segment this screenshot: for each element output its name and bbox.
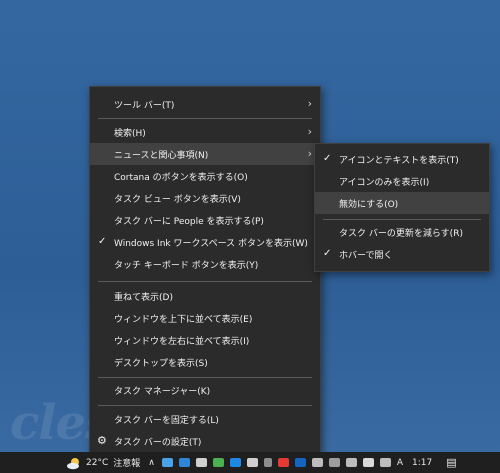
menu-item-taskbar-settings[interactable]: ⚙ タスク バーの設定(T) [90,430,320,452]
checkmark-icon: ✓ [98,236,107,247]
menu-item-side-by-side[interactable]: ウィンドウを左右に並べて表示(I) [90,329,320,351]
menu-item-label: タスク マネージャー(K) [114,386,211,397]
menu-item-cascade[interactable]: 重ねて表示(D) [90,285,320,307]
tray-app-icon[interactable] [294,458,306,467]
menu-item-label: Cortana のボタンを表示する(O) [114,172,248,183]
tray-app-icon[interactable] [161,458,173,467]
network-icon[interactable] [345,458,357,467]
battery-icon[interactable] [328,458,340,467]
microphone-icon[interactable] [263,458,272,467]
tray-app-icon[interactable] [277,458,289,467]
menu-item-news-interests[interactable]: ニュースと関心事項(N) › [90,143,320,165]
menu-item-people[interactable]: タスク バーに People を表示する(P) [90,209,320,231]
menu-separator [98,405,312,406]
chevron-right-icon: › [307,147,312,160]
menu-item-label: ウィンドウを左右に並べて表示(I) [114,336,250,347]
menu-item-search[interactable]: 検索(H) › [90,121,320,143]
menu-item-label: ニュースと関心事項(N) [114,150,209,161]
weather-alert-text: 注意報 [113,459,141,469]
checkmark-icon: ✓ [323,248,332,259]
submenu-item-label: アイコンとテキストを表示(T) [339,155,459,166]
submenu-item-label: アイコンのみを表示(I) [339,177,430,188]
submenu-item-icon-text[interactable]: ✓ アイコンとテキストを表示(T) [315,148,489,170]
chevron-right-icon: › [307,125,312,138]
news-interests-widget[interactable]: 22°C 注意報 [62,452,144,473]
menu-item-label: デスクトップを表示(S) [114,358,208,369]
news-interests-submenu: ✓ アイコンとテキストを表示(T) アイコンのみを表示(I) 無効にする(O) … [314,143,490,272]
tray-app-icon[interactable] [311,458,323,467]
checkmark-icon: ✓ [323,153,332,164]
menu-item-label: Windows Ink ワークスペース ボタンを表示(W) [114,238,308,249]
menu-item-toolbar[interactable]: ツール バー(T) › [90,93,320,115]
submenu-item-disable[interactable]: 無効にする(O) [315,192,489,214]
submenu-item-open-on-hover[interactable]: ✓ ホバーで開く [315,243,489,265]
show-hidden-icons-chevron-icon[interactable]: ∧ [148,452,155,473]
tray-app-icon[interactable] [178,458,190,467]
weather-cloud-icon [67,457,79,469]
tray-app-icon[interactable] [195,458,207,467]
menu-item-task-manager[interactable]: タスク マネージャー(K) [90,379,320,401]
submenu-item-label: 無効にする(O) [339,199,399,210]
menu-separator [98,281,312,282]
weather-temperature: 22°C [86,457,109,468]
menu-separator [98,377,312,378]
chevron-right-icon: › [307,97,312,110]
submenu-item-reduce-updates[interactable]: タスク バーの更新を減らす(R) [315,221,489,243]
menu-item-label: タッチ キーボード ボタンを表示(Y) [114,260,259,271]
gear-icon: ⚙ [97,434,107,447]
menu-item-lock-taskbar[interactable]: タスク バーを固定する(L) [90,408,320,430]
tray-app-icon[interactable] [246,458,258,467]
taskbar: 22°C 注意報 ∧ A 1:17 ▤ [0,452,500,473]
menu-item-label: タスク バーに People を表示する(P) [114,216,264,227]
menu-separator [323,219,481,220]
submenu-item-label: ホバーで開く [339,250,393,261]
menu-item-label: 重ねて表示(D) [114,292,173,303]
menu-item-label: タスク ビュー ボタンを表示(V) [114,194,241,205]
tray-app-icon[interactable] [229,458,241,467]
clock[interactable]: 1:17 [412,452,432,473]
menu-item-label: 検索(H) [114,128,146,139]
menu-item-label: ツール バー(T) [114,100,175,111]
notification-center-icon[interactable]: ▤ [446,452,456,473]
menu-separator [98,118,312,119]
submenu-item-label: タスク バーの更新を減らす(R) [339,228,463,239]
menu-item-ink-workspace[interactable]: ✓ Windows Ink ワークスペース ボタンを表示(W) [90,231,320,253]
taskbar-context-menu: ツール バー(T) › 検索(H) › ニュースと関心事項(N) › Corta… [89,86,321,454]
menu-item-touch-keyboard[interactable]: タッチ キーボード ボタンを表示(Y) [90,253,320,275]
menu-item-label: タスク バーの設定(T) [114,437,202,448]
menu-item-cortana[interactable]: Cortana のボタンを表示する(O) [90,165,320,187]
menu-item-task-view[interactable]: タスク ビュー ボタンを表示(V) [90,187,320,209]
tray-app-icon[interactable] [212,458,224,467]
menu-item-show-desktop[interactable]: デスクトップを表示(S) [90,351,320,373]
submenu-item-icon-only[interactable]: アイコンのみを表示(I) [315,170,489,192]
menu-item-stack-windows[interactable]: ウィンドウを上下に並べて表示(E) [90,307,320,329]
volume-icon[interactable] [362,458,374,467]
menu-item-label: ウィンドウを上下に並べて表示(E) [114,314,253,325]
ime-indicator[interactable]: A [397,452,403,473]
menu-item-label: タスク バーを固定する(L) [114,415,219,426]
pen-icon[interactable] [379,458,391,467]
system-tray-icons [159,452,394,473]
